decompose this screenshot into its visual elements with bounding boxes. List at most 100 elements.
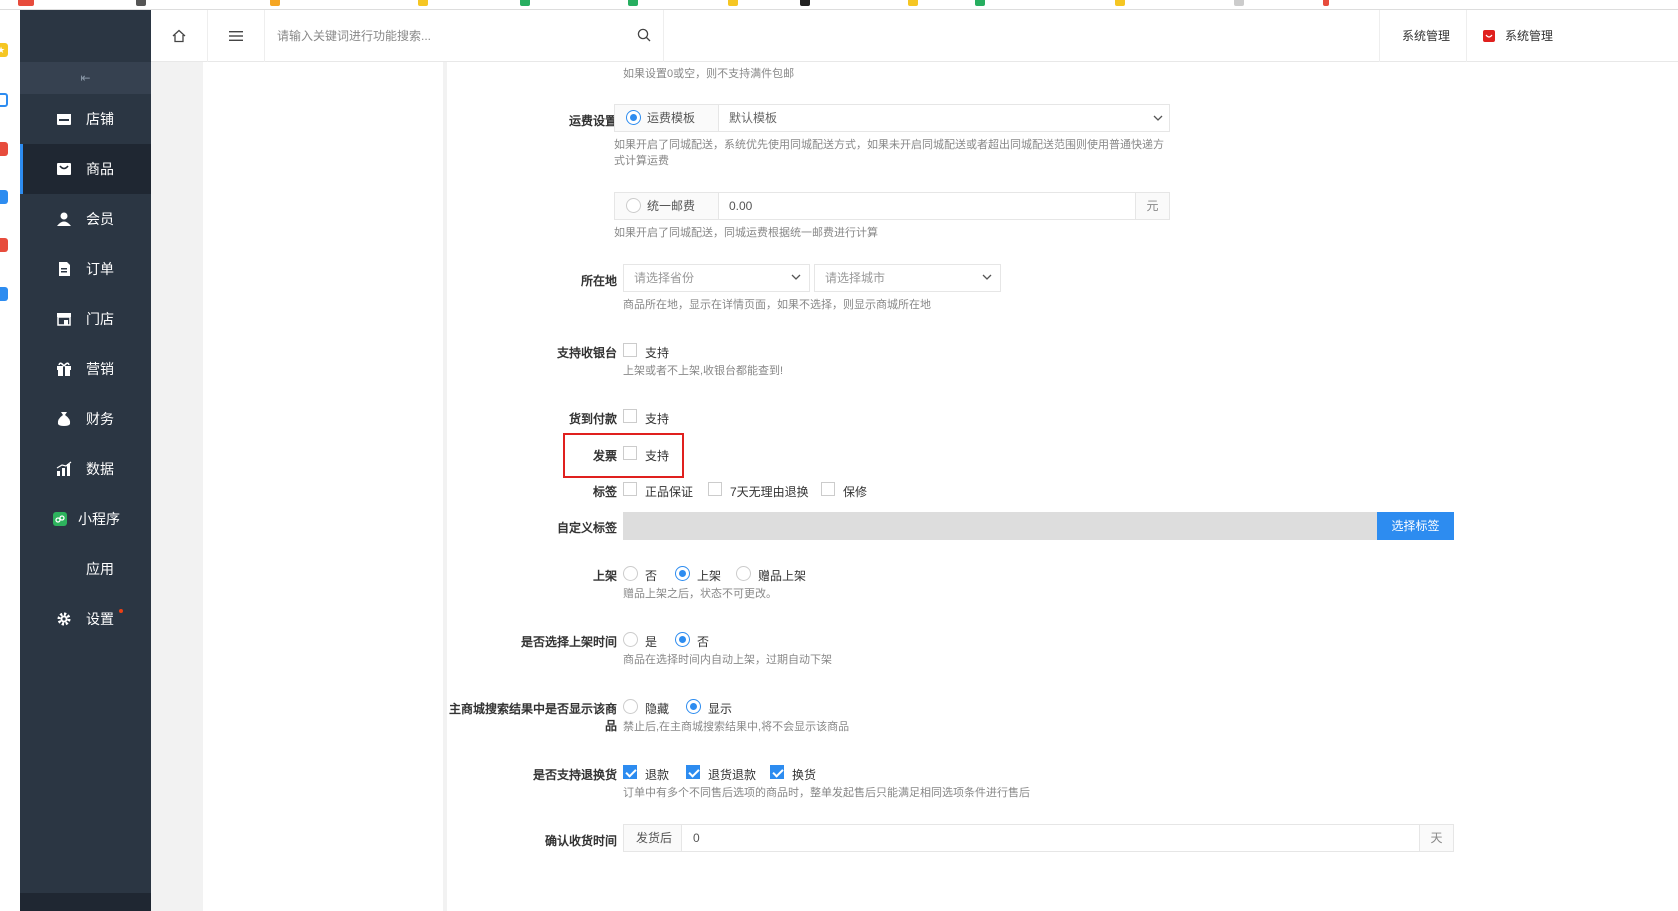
tag-option-label: 7天无理由退换 (730, 485, 809, 499)
sidebar-item-label: 小程序 (78, 511, 120, 527)
search-visibility-help: 禁止后,在主商城搜索结果中,将不会显示该商品 (623, 721, 850, 733)
province-select[interactable]: 请选择省份 (623, 264, 810, 292)
goods-form: 如果设置0或空，则不支持满件包邮 运费设置 运费模板 默认模板 如果开启了同城配… (447, 62, 1678, 911)
shipping-template-select[interactable]: 默认模板 (729, 105, 1169, 131)
member-icon (57, 212, 71, 226)
gear-icon (57, 612, 71, 626)
invoice-checkbox[interactable] (623, 446, 637, 460)
flat-shipping-radio[interactable] (626, 198, 641, 213)
store-icon (57, 114, 71, 125)
bookmark-icon[interactable] (270, 0, 280, 6)
content-area: 如果设置0或空，则不支持满件包邮 运费设置 运费模板 默认模板 如果开启了同城配… (151, 62, 1678, 911)
cashier-checkbox[interactable] (623, 343, 637, 357)
confirm-time-input[interactable]: 0 (693, 825, 1393, 851)
shipping-template-option[interactable]: 运费模板 (615, 105, 719, 131)
sidebar-bottom-bar (20, 893, 151, 911)
select-tags-button[interactable]: 选择标签 (1377, 512, 1454, 540)
search-input[interactable] (277, 25, 607, 47)
translate-icon[interactable] (0, 287, 8, 301)
custom-tags-field[interactable] (623, 512, 1377, 540)
flat-shipping-input[interactable]: 0.00 (729, 193, 1129, 219)
system-admin-label: 系统管理 (1402, 29, 1451, 43)
sidebar-item-member[interactable]: 会员 (20, 194, 151, 244)
sidebar-item-app[interactable]: 应用 (20, 544, 151, 594)
sidebar-item-order[interactable]: 订单 (20, 244, 151, 294)
sidebar-item-data[interactable]: 数据 (20, 444, 151, 494)
visibility-radio-show[interactable] (686, 699, 701, 714)
app-icon[interactable] (0, 238, 8, 252)
weibo-icon[interactable] (0, 142, 8, 156)
logo-area (20, 10, 151, 62)
search-icon[interactable] (637, 28, 651, 42)
goods-icon (57, 163, 71, 175)
sidebar-item-miniapp[interactable]: 小程序 (20, 494, 151, 544)
bookmark-icon[interactable] (728, 0, 738, 6)
cod-label: 货到付款 (568, 412, 617, 426)
returns-checkbox-return-refund[interactable] (686, 765, 700, 779)
listing-radio-gift[interactable] (736, 566, 751, 581)
star-icon[interactable]: ★ (0, 43, 8, 57)
returns-checkbox-exchange[interactable] (770, 765, 784, 779)
menu-toggle-button[interactable] (208, 10, 265, 62)
schedule-radio-no[interactable] (675, 632, 690, 647)
shipping-template-radio[interactable] (626, 110, 641, 125)
schedule-label: 是否选择上架时间 (520, 635, 617, 649)
flat-shipping-help: 如果开启了同城配送，同城运费根据统一邮费进行计算 (614, 227, 878, 239)
visibility-option-label: 显示 (708, 702, 733, 716)
listing-radio-on[interactable] (675, 566, 690, 581)
tag-checkbox-genuine[interactable] (623, 482, 637, 496)
tags-label: 标签 (592, 485, 617, 499)
browser-bookmark-strip (0, 0, 1678, 10)
sidebar-fold-toggle[interactable]: ⇤ (20, 62, 151, 94)
bookmark-icon[interactable] (908, 0, 918, 6)
sidebar-item-label: 营销 (86, 361, 114, 377)
listing-option-label: 上架 (697, 569, 722, 583)
tag-option-label: 正品保证 (645, 485, 694, 499)
confirm-time-unit: 天 (1419, 825, 1453, 851)
schedule-radio-yes[interactable] (623, 632, 638, 647)
bookmark-icon[interactable] (18, 0, 34, 6)
sidebar-item-finance[interactable]: 财务 (20, 394, 151, 444)
returns-checkbox-refund[interactable] (623, 765, 637, 779)
tag-checkbox-warranty[interactable] (821, 482, 835, 496)
location-help: 商品所在地，显示在详情页面，如果不选择，则显示商城所在地 (623, 299, 931, 311)
sidebar-item-goods[interactable]: 商品 (20, 144, 151, 194)
sidebar-item-store[interactable]: 店铺 (20, 94, 151, 144)
confirm-time-value: 0 (693, 831, 700, 845)
hamburger-icon (229, 31, 243, 41)
window-icon[interactable] (0, 190, 8, 204)
money-bag-icon (57, 412, 71, 426)
sidebar-item-shop[interactable]: 门店 (20, 294, 151, 344)
listing-radio-no[interactable] (623, 566, 638, 581)
listing-option-label: 否 (645, 569, 658, 583)
bookmark-icon[interactable] (418, 0, 428, 6)
cashier-option-label: 支持 (645, 346, 670, 360)
tag-checkbox-7day-return[interactable] (708, 482, 722, 496)
system-admin-user[interactable]: 系统管理 (1466, 10, 1575, 62)
bookmark-icon[interactable] (800, 0, 810, 6)
order-icon (59, 262, 70, 276)
visibility-radio-hide[interactable] (623, 699, 638, 714)
bookmark-icon[interactable] (520, 0, 530, 6)
bookmark-icon[interactable] (1115, 0, 1125, 6)
bookmark-icon[interactable] (1234, 0, 1244, 6)
system-admin-link[interactable]: 系统管理 (1379, 10, 1472, 62)
listing-help: 赠品上架之后，状态不可更改。 (623, 588, 777, 600)
bookmark-icon[interactable] (975, 0, 985, 6)
home-button[interactable] (151, 10, 208, 62)
sidebar-item-marketing[interactable]: 营销 (20, 344, 151, 394)
chevron-down-icon (791, 274, 801, 280)
flat-shipping-option[interactable]: 统一邮费 (615, 193, 719, 219)
sidebar-item-settings[interactable]: 设置 (20, 594, 151, 644)
bookmark-icon[interactable] (628, 0, 638, 6)
sidebar-item-label: 会员 (86, 211, 114, 227)
sidebar-item-label: 应用 (86, 561, 114, 577)
bookmark-icon[interactable] (136, 0, 146, 6)
schedule-option-label: 是 (645, 635, 658, 649)
gift-icon (57, 362, 71, 376)
clock-icon[interactable] (0, 93, 8, 107)
city-select[interactable]: 请选择城市 (814, 264, 1001, 292)
cod-checkbox[interactable] (623, 409, 637, 423)
bookmark-icon[interactable] (1323, 0, 1329, 6)
returns-option-label: 退款 (645, 768, 670, 782)
